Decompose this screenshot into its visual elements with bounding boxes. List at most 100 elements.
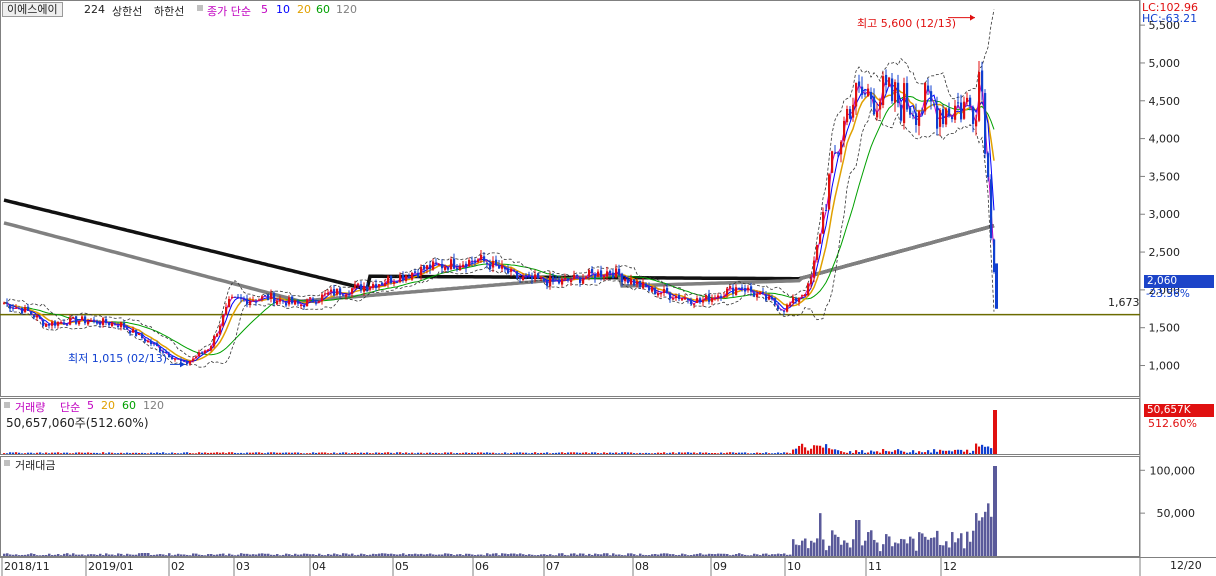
candle-body bbox=[537, 273, 540, 279]
volume-bar bbox=[654, 453, 657, 454]
candle-body bbox=[126, 327, 129, 330]
volume-bar bbox=[285, 452, 288, 454]
ma-period-120[interactable]: 120 bbox=[336, 3, 357, 16]
candle-body bbox=[987, 153, 990, 178]
volume-bar bbox=[546, 452, 549, 454]
amount-bar bbox=[831, 530, 834, 556]
volume-bar bbox=[954, 449, 957, 454]
candle-body bbox=[981, 70, 984, 92]
amount-bar bbox=[135, 554, 138, 556]
amount-bar bbox=[750, 555, 753, 556]
volume-bar bbox=[315, 452, 318, 454]
ma-label[interactable]: 종가 단순 bbox=[207, 3, 251, 19]
candle-body bbox=[471, 261, 474, 263]
amount-bar bbox=[612, 553, 615, 556]
volume-bar bbox=[426, 452, 429, 454]
volume-bar bbox=[717, 453, 720, 454]
upper-limit-label[interactable]: 상한선 bbox=[112, 3, 142, 19]
amount-bar bbox=[411, 554, 414, 556]
amount-bar bbox=[156, 554, 159, 556]
amount-bar bbox=[66, 553, 69, 556]
volume-bar bbox=[402, 453, 405, 454]
volume-bar bbox=[504, 452, 507, 454]
stock-name-button[interactable]: 이에스에이 bbox=[2, 2, 63, 17]
amount-bar bbox=[369, 554, 372, 556]
candle-body bbox=[936, 105, 939, 129]
volume-bar bbox=[894, 450, 897, 454]
amount-bar bbox=[534, 555, 537, 556]
candle-body bbox=[63, 322, 66, 325]
volume-bar bbox=[981, 444, 984, 454]
volume-bar bbox=[591, 452, 594, 454]
candle-body bbox=[171, 356, 174, 360]
amount-label[interactable]: 거래대금 bbox=[15, 457, 55, 473]
amount-bar bbox=[774, 554, 777, 556]
amount-bar bbox=[711, 553, 714, 556]
volume-ma-period-120[interactable]: 120 bbox=[143, 399, 164, 412]
amount-bar bbox=[768, 554, 771, 556]
candle-body bbox=[486, 262, 489, 264]
ma-period-10[interactable]: 10 bbox=[276, 3, 290, 16]
ma-period-5[interactable]: 5 bbox=[261, 3, 268, 16]
candle-body bbox=[588, 270, 591, 277]
candle-body bbox=[336, 288, 339, 295]
amount-bar bbox=[78, 554, 81, 556]
candle-body bbox=[789, 303, 792, 306]
amount-bar bbox=[915, 550, 918, 556]
candle-body bbox=[120, 322, 123, 328]
amount-bar bbox=[429, 553, 432, 556]
volume-bar bbox=[924, 452, 927, 454]
volume-ma-period-5[interactable]: 5 bbox=[87, 399, 94, 412]
amount-bar bbox=[828, 545, 831, 556]
volume-ma-period-20[interactable]: 20 bbox=[101, 399, 115, 412]
candle-body bbox=[744, 288, 747, 292]
volume-ma-label[interactable]: 단순 bbox=[60, 399, 80, 415]
volume-bar bbox=[951, 451, 954, 454]
amount-bar bbox=[339, 554, 342, 556]
candle-body bbox=[621, 273, 624, 282]
candle-body bbox=[633, 279, 636, 286]
amount-bar bbox=[108, 554, 111, 556]
ma-period-20[interactable]: 20 bbox=[297, 3, 311, 16]
amount-bar bbox=[669, 554, 672, 556]
candle-body bbox=[735, 287, 738, 296]
low-arrow-head bbox=[180, 361, 185, 368]
candle-body bbox=[657, 293, 660, 296]
lower-limit-label[interactable]: 하한선 bbox=[154, 3, 184, 19]
amount-bar bbox=[255, 554, 258, 556]
amount-bar bbox=[876, 542, 879, 556]
candle-body bbox=[105, 319, 108, 324]
volume-bar bbox=[273, 452, 276, 454]
volume-bar bbox=[837, 450, 840, 454]
volume-bar bbox=[15, 452, 18, 454]
volume-bar bbox=[447, 452, 450, 454]
amount-bar bbox=[588, 553, 591, 556]
candle-body bbox=[903, 83, 906, 124]
amount-bar bbox=[627, 553, 630, 556]
amount-bar bbox=[12, 554, 15, 556]
volume-bar bbox=[948, 450, 951, 454]
volume-bar bbox=[342, 452, 345, 454]
amount-bar bbox=[879, 551, 882, 556]
volume-bar bbox=[726, 452, 729, 454]
volume-bar bbox=[807, 450, 810, 454]
candle-body bbox=[756, 293, 759, 298]
candle-body bbox=[750, 286, 753, 292]
volume-bar bbox=[459, 453, 462, 454]
volume-bar bbox=[483, 452, 486, 454]
candle-body bbox=[651, 286, 654, 292]
candle-body bbox=[609, 270, 612, 274]
volume-label[interactable]: 거래량 bbox=[15, 399, 45, 415]
amount-bar bbox=[882, 544, 885, 556]
amount-bar bbox=[351, 553, 354, 556]
amount-bar bbox=[387, 553, 390, 556]
amount-bar bbox=[939, 544, 942, 556]
volume-bar bbox=[210, 452, 213, 454]
volume-bar bbox=[6, 453, 9, 454]
amount-bar bbox=[804, 538, 807, 556]
volume-ma-period-60[interactable]: 60 bbox=[122, 399, 136, 412]
candle-body bbox=[315, 302, 318, 304]
amount-bar bbox=[909, 536, 912, 556]
candle-body bbox=[546, 280, 549, 286]
ma-period-60[interactable]: 60 bbox=[316, 3, 330, 16]
